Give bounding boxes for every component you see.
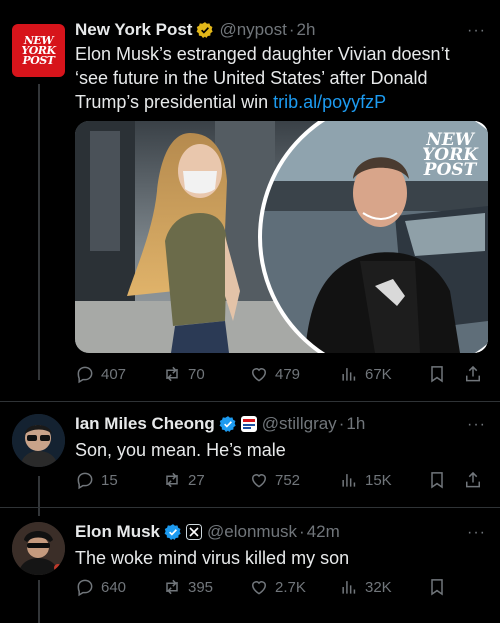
tweet-actions: 640 395 2.7K 32K [75, 577, 485, 599]
tweet-media-image[interactable]: NEW YORK POST [75, 121, 488, 353]
tweet-header: Elon Musk @elonmusk · 42m [75, 522, 340, 542]
views-count: 15K [365, 471, 392, 489]
bookmark-button[interactable] [427, 364, 447, 389]
affiliate-badge-icon [240, 416, 257, 432]
repost-button[interactable]: 70 [162, 364, 205, 384]
reply-button[interactable]: 640 [75, 577, 126, 597]
x-affiliate-badge-icon [186, 524, 203, 540]
bookmark-button[interactable] [427, 470, 447, 495]
tweet-elonmusk[interactable]: Elon Musk @elonmusk · 42m ··· The woke m… [0, 508, 500, 623]
like-button[interactable]: 479 [249, 364, 300, 384]
author-name[interactable]: New York Post [75, 20, 192, 40]
tweet-actions: 407 70 479 67K [75, 364, 485, 386]
author-handle[interactable]: @elonmusk [207, 522, 297, 542]
repost-icon [166, 579, 178, 595]
reply-count: 640 [101, 578, 127, 596]
tweet-stillgray[interactable]: Ian Miles Cheong @stillgray · 1h ··· Son… [0, 402, 500, 506]
author-name[interactable]: Ian Miles Cheong [75, 414, 215, 434]
repost-button[interactable]: 395 [162, 577, 213, 597]
verified-icon [164, 524, 181, 540]
verified-icon [219, 416, 236, 432]
reply-icon [77, 366, 93, 384]
reply-button[interactable]: 407 [75, 364, 126, 384]
bookmark-button[interactable] [427, 577, 447, 602]
reply-button[interactable]: 15 [75, 470, 118, 490]
author-handle[interactable]: @stillgray [262, 414, 337, 434]
like-count: 479 [275, 365, 301, 383]
reply-count: 15 [101, 471, 118, 489]
tweet-nypost[interactable]: NEW YORK POST New York Post @nypost · 2h… [0, 0, 500, 400]
bookmark-icon [431, 366, 443, 383]
views-button[interactable]: 15K [339, 470, 392, 490]
repost-count: 70 [188, 365, 205, 383]
more-icon[interactable]: ··· [467, 416, 486, 434]
like-count: 2.7K [275, 578, 306, 596]
repost-button[interactable]: 27 [162, 470, 205, 490]
like-count: 752 [275, 471, 301, 489]
timestamp[interactable]: 2h [297, 20, 316, 40]
nypost-avatar[interactable]: NEW YORK POST [12, 24, 65, 77]
tweet-header: Ian Miles Cheong @stillgray · 1h [75, 414, 365, 434]
more-icon[interactable]: ··· [467, 524, 486, 542]
reply-icon [77, 472, 93, 490]
reply-icon [77, 579, 93, 597]
share-button[interactable] [463, 470, 483, 495]
tweet-text: Son, you mean. He’s male [75, 440, 286, 460]
avatar[interactable] [12, 522, 65, 575]
avatar-photo [12, 522, 65, 575]
author-name[interactable]: Elon Musk [75, 522, 160, 542]
watermark-line: POST [423, 160, 477, 180]
tweet-header: New York Post @nypost · 2h [75, 20, 315, 40]
avatar-photo [12, 414, 65, 467]
share-button[interactable] [463, 364, 483, 389]
views-count: 67K [365, 365, 392, 383]
author-handle[interactable]: @nypost [219, 20, 286, 40]
tweet-body: Elon Musk’s estranged daughter Vivian do… [75, 44, 450, 112]
share-icon [466, 471, 480, 488]
views-icon [342, 368, 356, 381]
more-icon[interactable]: ··· [467, 22, 486, 40]
tweet-text: Elon Musk’s estranged daughter Vivian do… [75, 42, 485, 114]
repost-count: 27 [188, 471, 205, 489]
separator: · [299, 522, 305, 541]
like-button[interactable]: 752 [249, 470, 300, 490]
views-count: 32K [365, 578, 392, 596]
views-button[interactable]: 67K [339, 364, 392, 384]
tweet-link[interactable]: trib.al/poyyfzP [273, 92, 386, 112]
reply-count: 407 [101, 365, 127, 383]
like-icon [251, 368, 267, 382]
logo-text: POST [22, 53, 55, 67]
views-icon [342, 474, 356, 487]
avatar[interactable] [12, 414, 65, 467]
timestamp[interactable]: 42m [307, 522, 340, 542]
gold-verified-icon [197, 22, 214, 38]
timestamp[interactable]: 1h [346, 414, 365, 434]
separator: · [338, 414, 345, 433]
share-icon [466, 365, 480, 382]
repost-count: 395 [188, 578, 214, 596]
like-icon [251, 581, 267, 595]
tweet-actions: 15 27 752 15K [75, 470, 485, 492]
media-watermark: NEW YORK POST [422, 132, 478, 180]
bookmark-icon [431, 579, 443, 596]
views-button[interactable]: 32K [339, 577, 392, 597]
views-icon [342, 581, 356, 594]
like-icon [251, 474, 267, 488]
repost-icon [166, 472, 178, 488]
bookmark-icon [431, 472, 443, 489]
like-button[interactable]: 2.7K [249, 577, 306, 597]
separator: · [288, 20, 295, 39]
tweet-text: The woke mind virus killed my son [75, 548, 350, 568]
repost-icon [166, 366, 178, 382]
